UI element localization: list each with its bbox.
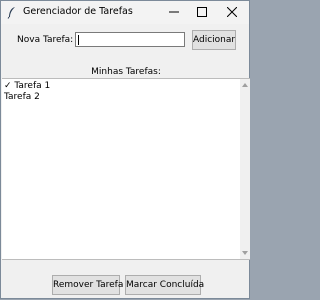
window-title: Gerenciador de Tarefas (23, 6, 133, 17)
text-caret (78, 35, 79, 45)
scroll-up-arrow-icon[interactable] (240, 81, 250, 89)
remove-task-button[interactable]: Remover Tarefa (52, 275, 123, 295)
close-button[interactable] (217, 1, 247, 24)
vertical-scrollbar[interactable] (240, 79, 250, 259)
new-task-input[interactable] (75, 32, 185, 47)
mark-complete-button[interactable]: Marcar Concluída (125, 275, 204, 295)
app-window: Gerenciador de Tarefas Nova Tarefa: Adic… (0, 0, 250, 299)
add-button[interactable]: Adicionar (192, 30, 236, 50)
feather-icon (7, 7, 15, 19)
minimize-button[interactable] (159, 1, 189, 24)
scroll-down-arrow-icon[interactable] (240, 249, 250, 257)
task-list-title: Minhas Tarefas: (91, 67, 161, 77)
list-item[interactable]: Tarefa 2 (4, 92, 40, 102)
maximize-button[interactable] (187, 1, 217, 24)
maximize-icon (197, 7, 207, 17)
close-icon (227, 7, 237, 17)
list-item[interactable]: ✓ Tarefa 1 (4, 81, 50, 91)
new-task-label: Nova Tarefa: (17, 35, 74, 45)
title-bar[interactable]: Gerenciador de Tarefas (1, 1, 249, 24)
minimize-icon (169, 11, 179, 13)
task-listbox[interactable]: ✓ Tarefa 1 Tarefa 2 (2, 78, 250, 260)
